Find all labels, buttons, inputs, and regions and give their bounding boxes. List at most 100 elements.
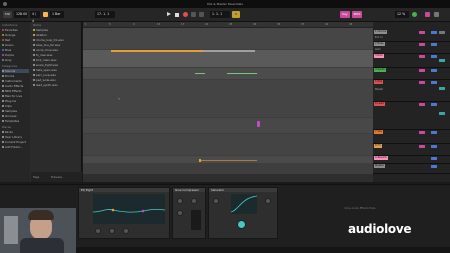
cat-plugins[interactable]: Plug-Ins (2, 99, 29, 103)
track-header[interactable]: 6 Lead (373, 102, 450, 130)
file-item[interactable]: fx_riser.wav (33, 53, 81, 57)
place-user-library[interactable]: User Library (2, 135, 29, 139)
cat-audio-effects[interactable]: Audio Effects (2, 84, 29, 88)
attack-knob[interactable] (191, 198, 197, 204)
track-activator[interactable] (419, 145, 425, 148)
track-lane[interactable] (83, 68, 373, 80)
track-lane[interactable] (83, 28, 373, 50)
track-header[interactable]: A Reverb (373, 156, 450, 164)
track-header[interactable]: 1 Drums Ext. In (373, 30, 450, 42)
monitor-button[interactable] (439, 87, 445, 90)
track-header[interactable]: 3 Kick (373, 54, 450, 68)
cat-midi-effects[interactable]: MIDI Effects (2, 89, 29, 93)
cat-max-for-live[interactable]: Max for Live (2, 94, 29, 98)
track-activator[interactable] (419, 131, 425, 134)
output-knob[interactable] (237, 220, 246, 229)
arm-button[interactable] (439, 31, 445, 34)
track-activator[interactable] (419, 103, 425, 106)
track-name[interactable]: 2 Bass (374, 42, 385, 46)
cat-drums[interactable]: Drums (2, 74, 29, 78)
file-item[interactable]: hats_open.wav (33, 68, 81, 72)
file-item[interactable]: drums_loop_01.wav (33, 38, 81, 42)
track-lane[interactable] (83, 50, 373, 68)
file-item[interactable]: bass_line_02.wav (33, 43, 81, 47)
midi-map-button[interactable]: MIDI (352, 11, 362, 18)
solo-button[interactable] (431, 55, 437, 58)
q-knob[interactable] (123, 228, 129, 234)
cat-samples[interactable]: Samples (2, 109, 29, 113)
track-name[interactable]: 6 Lead (374, 102, 385, 106)
track-lane[interactable]: ↖ (83, 80, 373, 118)
output-routing[interactable]: Master (375, 88, 383, 91)
file-item[interactable]: vocal_chop.wav (33, 48, 81, 52)
drive-knob[interactable] (213, 198, 219, 204)
place-packs[interactable]: Packs (2, 130, 29, 134)
clip-marker[interactable] (257, 121, 260, 127)
solo-button[interactable] (431, 103, 437, 106)
track-name[interactable]: Master (374, 164, 385, 168)
glue-compressor-device[interactable]: Glue Compressor (172, 187, 206, 239)
track-header[interactable]: 8 FX (373, 144, 450, 156)
solo-button[interactable] (431, 31, 437, 34)
cat-clips[interactable]: Clips (2, 104, 29, 108)
saturator-device[interactable]: Saturator (208, 187, 278, 239)
solo-button[interactable] (431, 43, 437, 46)
gain-knob[interactable] (109, 228, 115, 234)
monitor-mode[interactable]: Auto (375, 48, 381, 51)
clip-header[interactable] (203, 50, 255, 52)
cat-blue[interactable]: Blue (2, 48, 29, 52)
arrangement-scrollbar[interactable] (83, 174, 373, 182)
ratio-knob[interactable] (177, 210, 183, 216)
solo-button[interactable] (431, 69, 437, 72)
track-lane[interactable] (83, 118, 373, 134)
cat-templates[interactable]: Templates (2, 119, 29, 123)
file-item[interactable]: snare_tight.wav (33, 63, 81, 67)
track-header[interactable]: Master (373, 164, 450, 174)
automation-segment[interactable] (227, 73, 257, 74)
file-item[interactable]: lead_synth.wav (33, 83, 81, 87)
place-current-project[interactable]: Current Project (2, 140, 29, 144)
track-name[interactable]: 8 FX (374, 144, 382, 148)
cat-grooves[interactable]: Grooves (2, 114, 29, 118)
cat-purple[interactable]: Purple (2, 53, 29, 57)
file-item[interactable]: Samples (33, 28, 81, 32)
track-header[interactable]: 4 Synth (373, 68, 450, 80)
track-name[interactable]: 4 Synth (374, 68, 386, 72)
solo-button[interactable] (431, 165, 437, 168)
automation-segment[interactable] (201, 160, 257, 161)
solo-button[interactable] (431, 131, 437, 134)
stop-icon[interactable] (175, 12, 179, 17)
track-activator[interactable] (419, 55, 425, 58)
overdub-icon[interactable] (191, 12, 196, 17)
automation-segment[interactable] (195, 73, 205, 74)
cat-sounds[interactable]: Sounds (2, 69, 29, 73)
cat-green[interactable]: Green (2, 43, 29, 47)
track-name[interactable]: 1 Drums (374, 30, 388, 34)
cat-red[interactable]: Red (2, 38, 29, 42)
track-header[interactable]: 2 Bass Auto (373, 42, 450, 54)
track-header[interactable]: 5 Pad Master (373, 80, 450, 102)
file-item[interactable]: Ableton (33, 33, 81, 37)
play-icon[interactable] (167, 12, 171, 16)
monitor-button[interactable] (439, 59, 445, 62)
track-activator[interactable] (419, 31, 425, 34)
threshold-knob[interactable] (177, 198, 183, 204)
arrangement-view[interactable]: 1 5 9 13 17 21 25 29 33 37 41 45 ↖ (83, 22, 373, 182)
cat-orange[interactable]: Orange (2, 33, 29, 37)
dry-wet-knob[interactable] (265, 198, 271, 204)
track-lane[interactable] (83, 164, 373, 174)
track-lane[interactable] (83, 134, 373, 156)
apple-icon[interactable] (3, 2, 7, 6)
record-icon[interactable] (183, 12, 188, 17)
track-name[interactable]: A Reverb (374, 156, 388, 160)
place-add-folder[interactable]: Add Folder... (2, 145, 29, 149)
track-activator[interactable] (419, 81, 425, 84)
track-activator[interactable] (419, 69, 425, 72)
file-item[interactable]: perc_loop.wav (33, 73, 81, 77)
track-activator[interactable] (419, 43, 425, 46)
tempo-field[interactable]: 128.00 (14, 11, 28, 18)
arrangement-position[interactable]: 17. 1. 1 (95, 11, 115, 18)
cat-instruments[interactable]: Instruments (2, 79, 29, 83)
draw-mode-button[interactable]: ✎ (232, 11, 240, 18)
frequency-knob[interactable] (95, 228, 101, 234)
